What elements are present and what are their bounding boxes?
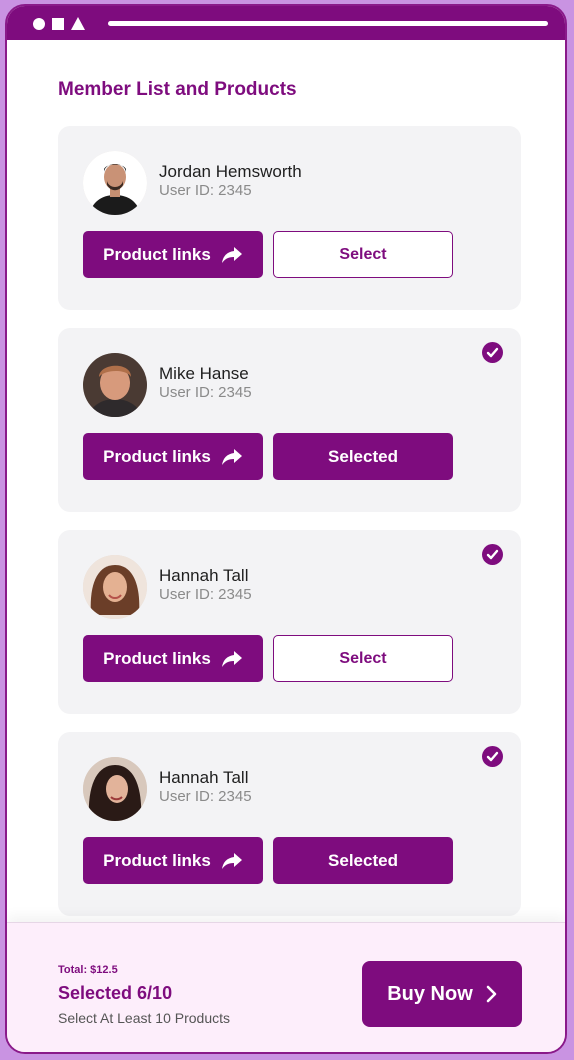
selected-button[interactable]: Selected	[273, 433, 453, 480]
product-links-label: Product links	[103, 648, 211, 668]
share-arrow-icon	[221, 448, 242, 465]
share-arrow-icon	[221, 650, 242, 667]
member-name: Jordan Hemsworth	[159, 162, 302, 181]
chevron-right-icon	[486, 985, 497, 1003]
check-icon	[482, 746, 503, 767]
product-links-button[interactable]: Product links	[83, 635, 263, 682]
select-button[interactable]: Select	[273, 635, 453, 682]
product-links-button[interactable]: Product links	[83, 433, 263, 480]
check-icon	[482, 544, 503, 565]
member-name: Hannah Tall	[159, 768, 249, 787]
product-links-label: Product links	[103, 244, 211, 264]
address-bar	[108, 21, 548, 26]
app-window: Member List and Products Jordan Hemswort…	[5, 4, 567, 1054]
buy-now-button[interactable]: Buy Now	[362, 961, 522, 1027]
selection-hint: Select At Least 10 Products	[58, 1010, 230, 1026]
product-links-button[interactable]: Product links	[83, 231, 263, 278]
member-card: Hannah Tall User ID: 2345 Product links …	[58, 732, 521, 916]
product-links-label: Product links	[103, 446, 211, 466]
product-links-button[interactable]: Product links	[83, 837, 263, 884]
total-price: Total: $12.5	[58, 964, 118, 976]
avatar	[83, 353, 147, 417]
member-user-id: User ID: 2345	[159, 182, 252, 199]
buy-now-label: Buy Now	[387, 982, 473, 1005]
member-name: Hannah Tall	[159, 566, 249, 585]
member-card: Jordan Hemsworth User ID: 2345 Product l…	[58, 126, 521, 310]
selected-button[interactable]: Selected	[273, 837, 453, 884]
member-card: Hannah Tall User ID: 2345 Product links …	[58, 530, 521, 714]
select-button[interactable]: Select	[273, 231, 453, 278]
avatar	[83, 757, 147, 821]
circle-icon	[33, 18, 45, 30]
share-arrow-icon	[221, 852, 242, 869]
triangle-icon	[71, 17, 85, 30]
avatar	[83, 151, 147, 215]
checkout-footer: Total: $12.5 Selected 6/10 Select At Lea…	[7, 922, 565, 1052]
check-icon	[482, 342, 503, 363]
member-user-id: User ID: 2345	[159, 788, 252, 805]
member-user-id: User ID: 2345	[159, 586, 252, 603]
page-title: Member List and Products	[58, 79, 297, 100]
member-user-id: User ID: 2345	[159, 384, 252, 401]
share-arrow-icon	[221, 246, 242, 263]
window-title-bar	[7, 6, 565, 40]
product-links-label: Product links	[103, 850, 211, 870]
member-name: Mike Hanse	[159, 364, 249, 383]
member-card: Mike Hanse User ID: 2345 Product links S…	[58, 328, 521, 512]
avatar	[83, 555, 147, 619]
selected-count: Selected 6/10	[58, 983, 173, 1003]
square-icon	[52, 18, 64, 30]
